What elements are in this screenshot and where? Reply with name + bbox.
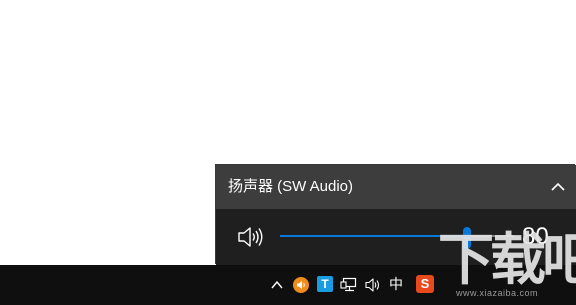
input-method-indicator[interactable]: 中 [389, 275, 403, 295]
speaker-volume-icon [238, 227, 263, 247]
network-computer-icon [340, 277, 357, 292]
chevron-up-icon [551, 182, 565, 191]
tray-blue-t-app[interactable]: T [317, 276, 333, 292]
tray-orange-app[interactable] [292, 276, 310, 294]
speaker-icon [365, 278, 380, 292]
orange-circle-speaker-icon [293, 277, 309, 293]
collapse-button[interactable] [544, 173, 572, 201]
network-button[interactable] [340, 276, 358, 294]
volume-tray-button[interactable] [364, 276, 382, 294]
mute-toggle-button[interactable] [236, 224, 266, 250]
watermark-url: www.xiazaiba.com [456, 288, 539, 298]
sogou-ime-button[interactable]: S [416, 275, 434, 293]
flyout-header[interactable]: 扬声器 (SW Audio) [216, 165, 576, 209]
watermark: 下载吧 www.xiazaiba.com [438, 228, 576, 302]
watermark-brand: 下载吧 [438, 228, 576, 291]
audio-device-name: 扬声器 (SW Audio) [228, 178, 354, 195]
chevron-up-icon [271, 280, 283, 289]
show-hidden-icons-button[interactable] [268, 276, 286, 294]
